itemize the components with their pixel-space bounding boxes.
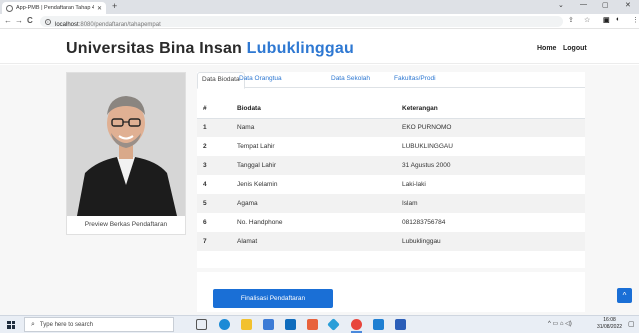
taskbar-clock[interactable]: 16:08 31/08/2022 bbox=[597, 317, 622, 331]
row-value: 081283756784 bbox=[402, 219, 446, 226]
row-number: 6 bbox=[203, 219, 207, 226]
row-number: 4 bbox=[203, 181, 207, 188]
tab-fakultas-prodi[interactable]: Fakultas/Prodi bbox=[394, 75, 436, 82]
office-icon[interactable] bbox=[307, 319, 318, 330]
maximize-icon[interactable]: ▢ bbox=[602, 1, 609, 9]
menu-icon[interactable]: ⋮ bbox=[632, 16, 639, 24]
tab-list: Data Biodata Data Orangtua Data Sekolah … bbox=[197, 72, 585, 89]
dev-tool-icon[interactable] bbox=[327, 318, 340, 331]
taskbar-search-box[interactable]: ⌕ Type here to search bbox=[24, 317, 174, 332]
brand-accent: Lubuklinggau bbox=[246, 40, 354, 57]
column-header-number: # bbox=[197, 99, 231, 119]
word-icon[interactable] bbox=[395, 319, 406, 330]
row-number: 2 bbox=[203, 143, 207, 150]
column-header-biodata: Biodata bbox=[231, 99, 396, 119]
task-view-icon[interactable] bbox=[196, 319, 207, 330]
row-number: 7 bbox=[197, 232, 231, 251]
nav-logout-link[interactable]: Logout bbox=[563, 45, 587, 52]
search-icon: ⌕ bbox=[31, 320, 35, 328]
row-value: Lubuklinggau bbox=[396, 232, 585, 251]
column-header-keterangan: Keterangan bbox=[396, 99, 585, 119]
windows-taskbar: ⌕ Type here to search ^ ▭ ⌂ ◁) 16:08 31/… bbox=[0, 315, 639, 333]
finalize-registration-button[interactable]: Finalisasi Pendaftaran bbox=[213, 289, 333, 308]
tab-data-biodata[interactable]: Data Biodata bbox=[197, 72, 245, 89]
person-photo-illustration bbox=[67, 73, 185, 216]
store-icon[interactable] bbox=[263, 319, 274, 330]
brand-main: Universitas Bina Insan bbox=[66, 40, 247, 57]
chevron-up-icon: ^ bbox=[622, 291, 627, 300]
row-number: 1 bbox=[197, 118, 231, 137]
notification-icon[interactable]: ▢ bbox=[628, 320, 635, 328]
row-value: LUBUKLINGGAU bbox=[402, 143, 453, 150]
row-value: Islam bbox=[396, 194, 585, 213]
table-row: 6 No. Handphone 081283756784 bbox=[197, 213, 585, 232]
table-header-row: # Biodata Keterangan bbox=[197, 99, 585, 119]
tab-data-sekolah[interactable]: Data Sekolah bbox=[331, 75, 370, 82]
row-number: 5 bbox=[197, 194, 231, 213]
biodata-panel: Data Biodata Data Orangtua Data Sekolah … bbox=[197, 72, 585, 268]
row-field: Alamat bbox=[231, 232, 396, 251]
row-value: EKO PURNOMO bbox=[396, 118, 585, 137]
row-field: Tanggal Lahir bbox=[231, 156, 396, 175]
site-info-icon[interactable]: i bbox=[45, 18, 51, 25]
table-row: 7 Alamat Lubuklinggau bbox=[197, 232, 585, 251]
url-field[interactable]: i localhost:8080/pendaftaran/tahapempat bbox=[40, 16, 563, 28]
browser-tab-title: App-PMB | Pendaftaran Tahap 4 bbox=[16, 5, 94, 11]
close-tab-icon[interactable]: ✕ bbox=[97, 5, 102, 12]
windows-logo-icon bbox=[7, 320, 15, 329]
url-host: localhost bbox=[55, 21, 79, 28]
bookmark-star-icon[interactable]: ☆ bbox=[584, 16, 590, 24]
clock-time: 16:08 bbox=[603, 317, 616, 323]
profile-icon[interactable]: ◐ bbox=[616, 16, 620, 23]
table-row: 5 Agama Islam bbox=[197, 194, 585, 213]
minimize-icon[interactable]: — bbox=[580, 1, 587, 8]
mail-icon[interactable] bbox=[285, 319, 296, 330]
url-text: localhost:8080/pendaftaran/tahapempat bbox=[55, 13, 161, 31]
extensions-icon[interactable]: ▣ bbox=[603, 16, 610, 24]
back-icon[interactable]: ← bbox=[4, 16, 12, 25]
table-row: 3 Tanggal Lahir 31 Agustus 2000 bbox=[197, 156, 585, 175]
biodata-table: # Biodata Keterangan 1 Nama EKO PURNOMO … bbox=[197, 99, 585, 251]
vscode-icon[interactable] bbox=[373, 319, 384, 330]
table-row: 2 Tempat Lahir LUBUKLINGGAU bbox=[197, 137, 585, 156]
photo-card: Preview Berkas Pendaftaran bbox=[66, 72, 186, 235]
scroll-to-top-button[interactable]: ^ bbox=[617, 288, 632, 303]
close-window-icon[interactable]: ✕ bbox=[625, 1, 631, 9]
brand-title[interactable]: Universitas Bina Insan Lubuklinggau bbox=[66, 40, 354, 58]
tab-data-orangtua[interactable]: Data Orangtua bbox=[239, 75, 282, 82]
chrome-icon[interactable] bbox=[351, 319, 362, 330]
nav-home-link[interactable]: Home bbox=[537, 45, 556, 52]
row-field: Tempat Lahir bbox=[237, 143, 275, 150]
tab-search-icon[interactable]: ⌄ bbox=[558, 1, 564, 9]
table-row: 1 Nama EKO PURNOMO bbox=[197, 118, 585, 137]
row-value: 31 Agustus 2000 bbox=[396, 156, 585, 175]
share-icon[interactable]: ⇪ bbox=[568, 16, 574, 24]
forward-icon[interactable]: → bbox=[15, 16, 23, 25]
row-field: Jenis Kelamin bbox=[237, 181, 278, 188]
row-field: Agama bbox=[231, 194, 396, 213]
system-tray-icons[interactable]: ^ ▭ ⌂ ◁) bbox=[548, 320, 572, 327]
file-explorer-icon[interactable] bbox=[241, 319, 252, 330]
profile-photo bbox=[67, 73, 185, 216]
table-row: 4 Jenis Kelamin Laki-laki bbox=[197, 175, 585, 194]
clock-date: 31/08/2022 bbox=[597, 324, 623, 330]
action-card: Finalisasi Pendaftaran bbox=[197, 272, 585, 312]
row-number: 3 bbox=[197, 156, 231, 175]
url-path: :8080/pendaftaran/tahapempat bbox=[78, 21, 161, 28]
row-field: No. Handphone bbox=[237, 219, 283, 226]
reload-icon[interactable]: C bbox=[27, 16, 33, 25]
row-field: Nama bbox=[231, 118, 396, 137]
start-button[interactable] bbox=[0, 316, 22, 333]
edge-icon[interactable] bbox=[219, 319, 230, 330]
favicon-icon bbox=[6, 4, 13, 12]
address-bar-row: ← → C i localhost:8080/pendaftaran/tahap… bbox=[0, 14, 639, 29]
taskbar-search-placeholder: Type here to search bbox=[39, 321, 93, 328]
row-value: Laki-laki bbox=[402, 181, 426, 188]
new-tab-icon[interactable]: + bbox=[112, 1, 117, 11]
photo-caption: Preview Berkas Pendaftaran bbox=[84, 221, 168, 228]
